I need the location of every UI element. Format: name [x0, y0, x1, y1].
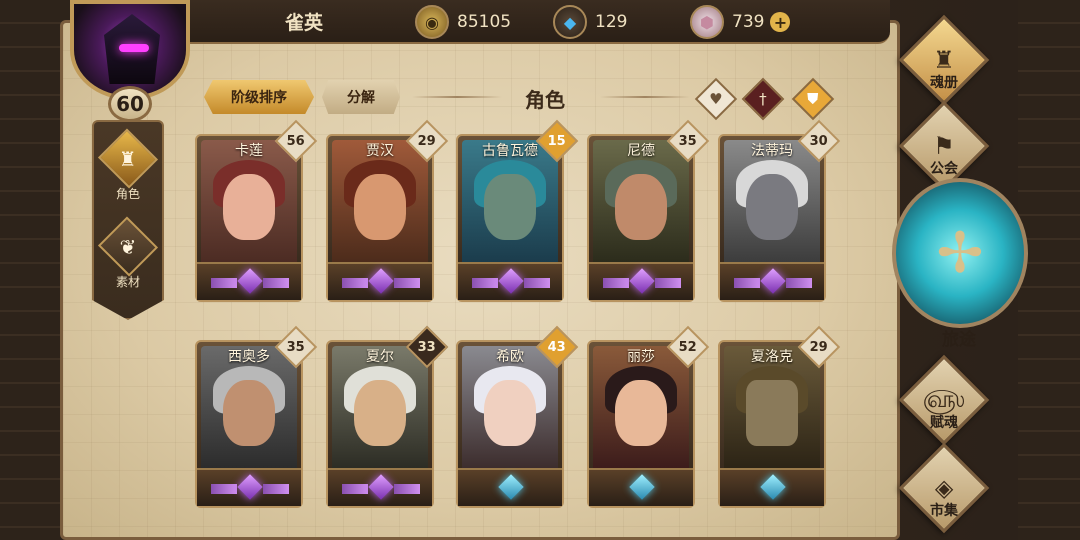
- rank-gem-icon: [498, 474, 524, 500]
- nav-item-characters[interactable]: ♜ 角色: [97, 128, 159, 202]
- pink-gem-icon: ⬢: [690, 5, 724, 39]
- guild-button[interactable]: ⚑ 公会: [896, 100, 992, 192]
- rank-gem-icon: [629, 474, 655, 500]
- right-wood-frame: [1018, 0, 1080, 540]
- gold-currency: ◉ 85105: [415, 5, 511, 39]
- character-card-charles[interactable]: 夏尔 33: [326, 325, 449, 508]
- rank-gem-icon: [760, 268, 786, 294]
- character-card-xiou[interactable]: 希欧 43: [456, 325, 579, 508]
- journey-button[interactable]: ✢: [892, 178, 1028, 328]
- rank-gem-icon: [237, 474, 263, 500]
- gem-market-icon: ◈: [934, 474, 954, 502]
- add-gem-button[interactable]: +: [770, 12, 791, 32]
- character-card-karen[interactable]: 卡莲 56: [195, 119, 318, 302]
- helmet-icon: ♜: [933, 45, 955, 74]
- rank-gem-icon: [629, 268, 655, 294]
- character-card-nid[interactable]: 尼德 35: [587, 119, 710, 302]
- soul-book-label: 魂册: [930, 75, 958, 91]
- character-card-jahan[interactable]: 贾汉 29: [326, 119, 449, 302]
- rank-gem-icon: [498, 268, 524, 294]
- soul-gift-button[interactable]: ௵ 赋魂: [896, 354, 992, 446]
- crystal-currency: ◆ 129: [553, 5, 627, 39]
- nav-item-materials[interactable]: ❦ 素材: [97, 216, 159, 290]
- soul-gift-label: 赋魂: [930, 415, 958, 431]
- soul-book-button[interactable]: ♜ 魂册: [896, 14, 992, 106]
- spiral-icon: ௵: [922, 384, 966, 413]
- market-label: 市集: [930, 503, 958, 519]
- gem-currency: ⬢ 739 +: [690, 5, 791, 39]
- guild-banner-icon: ⚑: [933, 131, 955, 160]
- rank-gem-icon: [368, 474, 394, 500]
- market-button[interactable]: ◈ 市集: [896, 442, 992, 534]
- section-title: 角色: [525, 88, 565, 112]
- gem-value: 739: [732, 12, 765, 32]
- blue-crystal-icon: ◆: [553, 5, 587, 39]
- gold-value: 85105: [457, 12, 512, 32]
- rank-gem-icon: [760, 474, 786, 500]
- title-ornament-right: [600, 96, 690, 98]
- compass-emblem-icon: ✢: [936, 220, 984, 286]
- crystal-value: 129: [595, 12, 628, 32]
- guild-label: 公会: [930, 161, 958, 177]
- character-card-fatima[interactable]: 法蒂玛 30: [718, 119, 841, 302]
- player-level-badge: 60: [108, 86, 152, 122]
- journey-label: 旅途: [942, 330, 976, 350]
- character-card-lisa[interactable]: 丽莎 52: [587, 325, 710, 508]
- character-card-theodore[interactable]: 西奥多 35: [195, 325, 318, 508]
- tab-rank-sort[interactable]: 阶级排序: [204, 80, 314, 114]
- character-card-guruwad[interactable]: 古鲁瓦德 15: [456, 119, 579, 302]
- helmet-icon: ♜: [119, 146, 137, 171]
- tab-decompose[interactable]: 分解: [322, 80, 400, 114]
- player-name: 雀英: [285, 12, 324, 34]
- wings-icon: ❦: [119, 234, 137, 259]
- character-card-sherlock[interactable]: 夏洛克 29: [718, 325, 841, 508]
- rank-gem-icon: [368, 268, 394, 294]
- player-avatar[interactable]: [70, 0, 190, 100]
- rank-gem-icon: [237, 268, 263, 294]
- gold-coin-icon: ◉: [415, 5, 449, 39]
